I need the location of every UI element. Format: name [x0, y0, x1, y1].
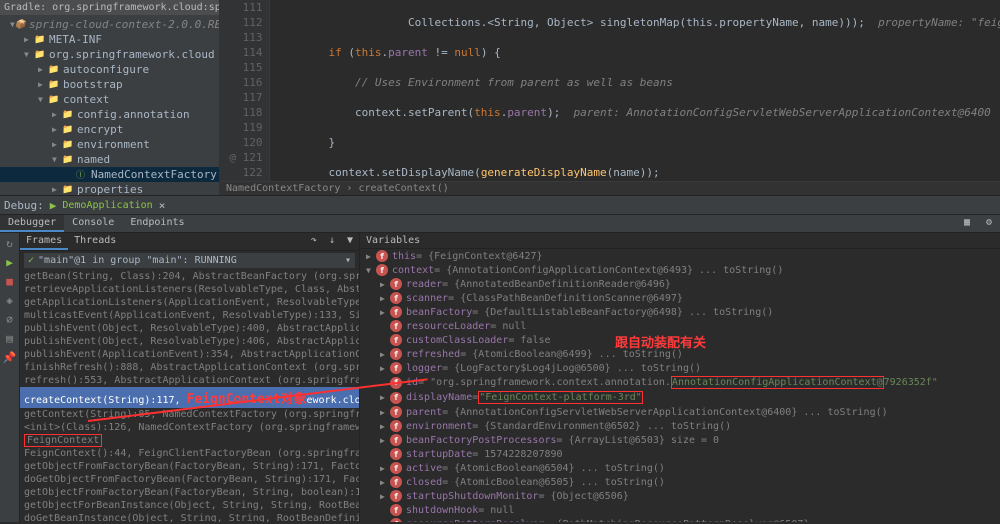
code-body[interactable]: Collections.<String, Object> singletonMa…: [270, 0, 1000, 181]
debug-toolwindow-header: Debug: ▶ DemoApplication ×: [0, 195, 1000, 215]
thread-selector[interactable]: ✓ "main"@1 in group "main": RUNNING ▾: [24, 253, 355, 268]
filter-icon[interactable]: ▼: [341, 233, 359, 250]
variable-row[interactable]: ▶fenvironment = {StandardEnvironment@650…: [360, 419, 1000, 433]
tree-encrypt[interactable]: ▶📁encrypt: [0, 122, 219, 137]
frames-tab[interactable]: Frames: [20, 233, 68, 250]
tree-named[interactable]: ▼📁named: [0, 152, 219, 167]
frame-item[interactable]: getBean(String, Class):204, AbstractBean…: [20, 270, 359, 283]
frame-item[interactable]: doGetObjectFromFactoryBean(FactoryBean, …: [20, 473, 359, 486]
frame-item[interactable]: publishEvent(Object, ResolvableType):400…: [20, 322, 359, 335]
line-gutter: 111112113114 115116117118 119120@ 121122…: [220, 0, 270, 181]
code-editor[interactable]: 111112113114 115116117118 119120@ 121122…: [220, 0, 1000, 195]
tree-autoconfigure[interactable]: ▶📁autoconfigure: [0, 62, 219, 77]
frames-panel[interactable]: Frames Threads ↷ ↓ ▼ ✓ "main"@1 in group…: [20, 233, 360, 522]
variable-row[interactable]: ▶fdisplayName = "FeignContext-platform-3…: [360, 390, 1000, 405]
debug-side-toolbar: ↻ ▶ ■ ◈ ⌀ ▤ 📌: [0, 233, 20, 522]
pin-icon[interactable]: 📌: [3, 351, 17, 364]
tree-context[interactable]: ▼📁context: [0, 92, 219, 107]
frame-item[interactable]: doGetBeanInstance(Object, String, String…: [20, 512, 359, 522]
tree-pkg[interactable]: ▼📁org.springframework.cloud: [0, 47, 219, 62]
layout-icon[interactable]: ▤: [6, 332, 13, 345]
variable-row[interactable]: ▶fparent = {AnnotationConfigServletWebSe…: [360, 405, 1000, 419]
close-icon[interactable]: ×: [159, 199, 166, 212]
frame-item[interactable]: publishEvent(ApplicationEvent):354, Abst…: [20, 348, 359, 361]
breadcrumb: NamedContextFactory › createContext(): [220, 181, 1000, 195]
override-gutter-icon: @: [226, 150, 236, 165]
frame-item[interactable]: refresh():553, AbstractApplicationContex…: [20, 374, 359, 387]
tree-meta-inf[interactable]: ▶📁META-INF: [0, 32, 219, 47]
variables-title: Variables: [360, 233, 1000, 249]
run-config-icon: ▶: [50, 199, 57, 212]
frame-item[interactable]: retrieveApplicationListeners(ResolvableT…: [20, 283, 359, 296]
variable-row[interactable]: ▶fbeanFactoryPostProcessors = {ArrayList…: [360, 433, 1000, 447]
tree-config-annotation[interactable]: ▶📁config.annotation: [0, 107, 219, 122]
variable-row[interactable]: ▶fstartupShutdownMonitor = {Object@6506}: [360, 489, 1000, 503]
variable-row[interactable]: fstartupDate = 1574228207890: [360, 447, 1000, 461]
variable-row[interactable]: ▶fthis = {FeignContext@6427}: [360, 249, 1000, 263]
variable-row[interactable]: ▶fbeanFactory = {DefaultListableBeanFact…: [360, 305, 1000, 319]
tab-console[interactable]: Console: [64, 215, 122, 232]
settings-icon[interactable]: ⚙: [978, 215, 1000, 232]
run-config-name[interactable]: DemoApplication: [62, 200, 152, 211]
frame-item[interactable]: createContext(String):117, FeignContext对…: [20, 387, 359, 408]
variables-panel[interactable]: Variables ▶fthis = {FeignContext@6427}▼f…: [360, 233, 1000, 522]
mute-breakpoints-icon[interactable]: ⌀: [6, 313, 13, 326]
view-breakpoints-icon[interactable]: ◈: [6, 294, 13, 307]
variable-row[interactable]: ▶flogger = {LogFactory$Log4jLog@6500} ..…: [360, 361, 1000, 375]
tab-debugger[interactable]: Debugger: [0, 215, 64, 232]
frame-item[interactable]: getApplicationListeners(ApplicationEvent…: [20, 296, 359, 309]
annotation-label-right: 跟自动装配有关: [615, 332, 706, 351]
frame-item[interactable]: getObjectForBeanInstance(Object, String,…: [20, 499, 359, 512]
tree-properties[interactable]: ▶📁properties: [0, 182, 219, 195]
frame-item[interactable]: FeignContext():44, FeignClientFactoryBea…: [20, 447, 359, 460]
step-over-icon[interactable]: ↷: [305, 233, 323, 250]
variable-row[interactable]: ▶fscanner = {ClassPathBeanDefinitionScan…: [360, 291, 1000, 305]
project-tree[interactable]: Gradle: org.springframework.cloud:spring…: [0, 0, 220, 195]
variable-row[interactable]: fid = "org.springframework.context.annot…: [360, 375, 1000, 390]
variable-row[interactable]: fshutdownHook = null: [360, 503, 1000, 517]
frame-item[interactable]: getContext(String):85, NamedContextFacto…: [20, 408, 359, 421]
tree-bootstrap[interactable]: ▶📁bootstrap: [0, 77, 219, 92]
stop-icon[interactable]: ■: [6, 275, 13, 288]
project-header: Gradle: org.springframework.cloud:spring…: [0, 0, 219, 15]
tree-environment[interactable]: ▶📁environment: [0, 137, 219, 152]
rerun-icon[interactable]: ↻: [6, 237, 13, 250]
variable-row[interactable]: ▶fclosed = {AtomicBoolean@6505} ... toSt…: [360, 475, 1000, 489]
chevron-down-icon[interactable]: ▾: [345, 255, 351, 266]
variable-row[interactable]: ▼fcontext = {AnnotationConfigApplication…: [360, 263, 1000, 277]
tab-endpoints[interactable]: Endpoints: [122, 215, 192, 232]
frame-item[interactable]: publishEvent(Object, ResolvableType):406…: [20, 335, 359, 348]
tree-root[interactable]: ▼📦spring-cloud-context-2.0.0.RELEASE.jar…: [0, 17, 219, 32]
threads-tab[interactable]: Threads: [68, 233, 122, 250]
layout-icon[interactable]: ▦: [956, 215, 978, 232]
tree-named-context-factory[interactable]: ⒾNamedContextFactory: [0, 167, 219, 182]
frame-item[interactable]: <init>(Class):126, NamedContextFactory (…: [20, 421, 359, 434]
frame-item[interactable]: getObjectFromFactoryBean(FactoryBean, St…: [20, 486, 359, 499]
variable-row[interactable]: ▶freader = {AnnotatedBeanDefinitionReade…: [360, 277, 1000, 291]
variable-row[interactable]: fresourceLoader = null: [360, 319, 1000, 333]
variable-row[interactable]: ▶factive = {AtomicBoolean@6504} ... toSt…: [360, 461, 1000, 475]
frame-item[interactable]: getObjectFromFactoryBean(FactoryBean, St…: [20, 460, 359, 473]
resume-icon[interactable]: ▶: [6, 256, 13, 269]
variable-row[interactable]: ▶fresourcePatternResolver = {PathMatchin…: [360, 517, 1000, 522]
frame-item[interactable]: finishRefresh():888, AbstractApplication…: [20, 361, 359, 374]
frame-item[interactable]: multicastEvent(ApplicationEvent, Resolva…: [20, 309, 359, 322]
debug-title: Debug:: [4, 199, 44, 212]
frame-item[interactable]: FeignContext: [20, 434, 359, 447]
step-into-icon[interactable]: ↓: [323, 233, 341, 250]
check-icon: ✓: [28, 255, 34, 266]
